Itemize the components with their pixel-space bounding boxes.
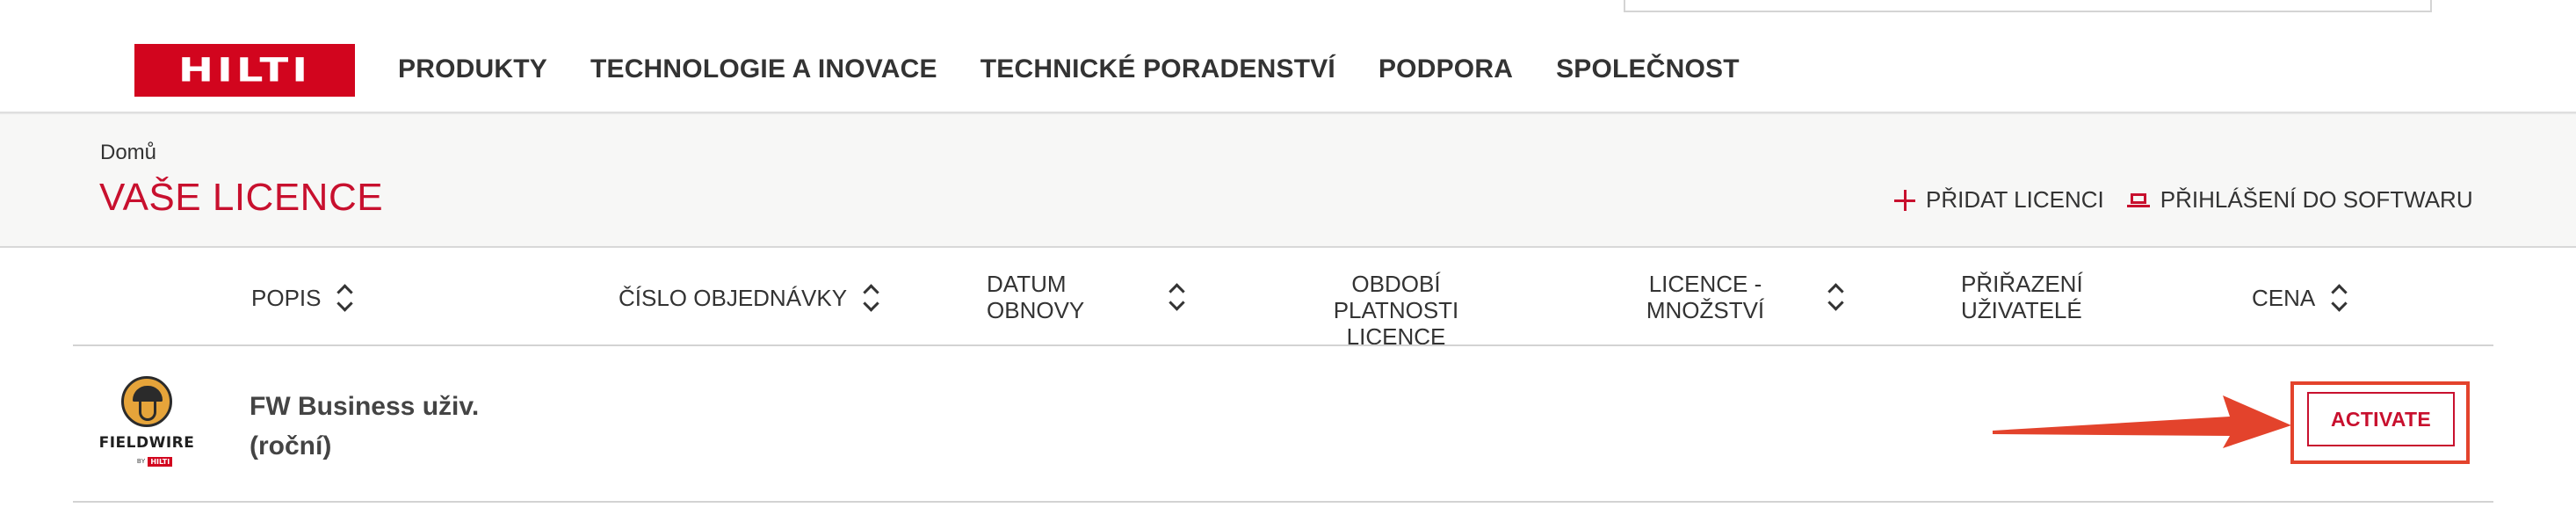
- column-label: DATUM OBNOVY: [987, 271, 1084, 323]
- column-label-line: OBDOBÍ PLATNOSTI: [1333, 271, 1459, 323]
- face-icon: [139, 402, 156, 421]
- column-header-order-number[interactable]: ČÍSLO OBJEDNÁVKY: [619, 283, 879, 313]
- column-label: OBDOBÍ PLATNOSTI LICENCE: [1288, 271, 1504, 350]
- laptop-icon: [2126, 192, 2150, 209]
- add-license-label: PŘIDAT LICENCI: [1926, 186, 2104, 213]
- product-name: FW Business uživ. (roční): [250, 387, 479, 466]
- add-license-button[interactable]: PŘIDAT LICENCI: [1894, 186, 2104, 214]
- by-text: BY: [137, 459, 146, 465]
- column-header-user-assignment: PŘIŘAZENÍ UŽIVATELÉ: [1961, 271, 2083, 323]
- title-band: [0, 114, 2576, 248]
- annotation-arrow: [1993, 395, 2291, 448]
- column-header-validity-period: OBDOBÍ PLATNOSTI LICENCE: [1288, 271, 1504, 350]
- table-row-divider: [73, 501, 2493, 503]
- site-header: HILTI PRODUKTY TECHNOLOGIE A INOVACE TEC…: [0, 0, 2576, 112]
- column-header-price[interactable]: CENA: [2252, 283, 2347, 313]
- search-input[interactable]: [1624, 0, 2432, 12]
- helmet-icon: [133, 386, 163, 402]
- hilti-mini-logo: HILTI: [148, 457, 173, 467]
- product-name-line: (roční): [250, 431, 332, 460]
- column-label-line: MNOŽSTVÍ: [1646, 297, 1765, 323]
- activate-button[interactable]: ACTIVATE: [2307, 392, 2455, 446]
- sort-icon[interactable]: [2331, 283, 2347, 313]
- fieldwire-emblem-icon: [121, 376, 172, 427]
- table-header-divider: [73, 344, 2493, 346]
- column-label-line: OBNOVY: [987, 297, 1085, 323]
- breadcrumb-home[interactable]: Domů: [100, 141, 156, 165]
- column-label: CENA: [2252, 285, 2316, 311]
- column-label-line: DATUM: [987, 271, 1067, 297]
- column-header-description[interactable]: POPIS: [251, 283, 352, 313]
- software-login-label: PŘIHLÁŠENÍ DO SOFTWARU: [2160, 186, 2473, 213]
- sort-icon[interactable]: [336, 283, 352, 313]
- nav-item-spolecnost[interactable]: SPOLEČNOST: [1556, 54, 1740, 84]
- page-actions: PŘIDAT LICENCI PŘIHLÁŠENÍ DO SOFTWARU: [1894, 186, 2473, 214]
- nav-item-technologie[interactable]: TECHNOLOGIE A INOVACE: [590, 54, 937, 84]
- column-label-line: LICENCE -: [1648, 271, 1762, 297]
- sort-icon[interactable]: [1169, 282, 1184, 312]
- product-name-line: FW Business uživ.: [250, 392, 480, 421]
- page-title: VAŠE LICENCE: [99, 176, 384, 219]
- hilti-logo[interactable]: HILTI: [134, 44, 355, 97]
- column-label: LICENCE - MNOŽSTVÍ: [1645, 271, 1766, 323]
- fieldwire-by-hilti: BY HILTI: [137, 457, 173, 467]
- sort-icon[interactable]: [1827, 282, 1843, 312]
- nav-item-produkty[interactable]: PRODUKTY: [398, 54, 547, 84]
- nav-item-podpora[interactable]: PODPORA: [1378, 54, 1513, 84]
- nav-item-poradenstvi[interactable]: TECHNICKÉ PORADENSTVÍ: [980, 54, 1335, 84]
- software-login-button[interactable]: PŘIHLÁŠENÍ DO SOFTWARU: [2126, 186, 2473, 214]
- plus-icon: [1894, 189, 1915, 211]
- logo-text: HILTI: [177, 51, 312, 90]
- main-nav: PRODUKTY TECHNOLOGIE A INOVACE TECHNICKÉ…: [398, 54, 1740, 84]
- column-label-line: UŽIVATELÉ: [1961, 297, 2082, 323]
- fieldwire-logo: FIELDWIRE BY HILTI: [93, 376, 199, 473]
- column-label: PŘIŘAZENÍ UŽIVATELÉ: [1961, 271, 2083, 323]
- column-header-renewal-date[interactable]: DATUM OBNOVY: [987, 271, 1184, 323]
- column-label: ČÍSLO OBJEDNÁVKY: [619, 285, 848, 311]
- column-header-quantity[interactable]: LICENCE - MNOŽSTVÍ: [1645, 271, 1843, 323]
- column-label-line: PŘIŘAZENÍ: [1961, 271, 2083, 297]
- sort-icon[interactable]: [863, 283, 879, 313]
- column-label: POPIS: [251, 285, 322, 311]
- fieldwire-wordmark: FIELDWIRE: [98, 434, 195, 452]
